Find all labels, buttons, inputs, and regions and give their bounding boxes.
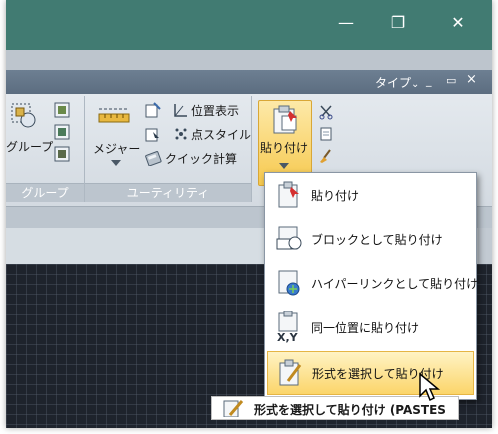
group-selection-icon[interactable] [54, 146, 70, 162]
group-edit-icon[interactable] [54, 124, 70, 140]
doc-close-button[interactable]: × [466, 72, 477, 87]
menu-item-label: 同一位置に貼り付け [311, 321, 420, 335]
quick-access-strip [6, 50, 492, 70]
point-style-icon [175, 128, 187, 140]
menu-item-label: ハイパーリンクとして貼り付け [311, 277, 479, 291]
paste-icon [273, 105, 297, 134]
utility-panel-title: ユーティリティ [85, 183, 251, 202]
group-panel: グループ グループ [6, 96, 85, 202]
menu-item-paste-as-block[interactable]: ブロックとして貼り付け [265, 217, 476, 261]
group-button-label[interactable]: グループ [6, 138, 53, 155]
doc-minimize-button[interactable]: _ [426, 74, 432, 87]
scrollbar[interactable] [478, 228, 492, 264]
list-icon[interactable] [145, 126, 161, 142]
paste-to-original-coordinates-icon: X,Y [277, 311, 299, 343]
restore-button[interactable]: ❐ [380, 8, 416, 38]
menu-item-paste-as-hyperlink[interactable]: ハイパーリンクとして貼り付け [265, 261, 479, 305]
measure-button-label[interactable]: メジャー [93, 140, 140, 157]
paste-as-block-icon [276, 226, 302, 250]
copy-icon[interactable] [318, 126, 334, 142]
paste-special-icon [279, 359, 302, 386]
doc-restore-button[interactable]: ▭ [446, 74, 456, 87]
paste-special-icon [223, 400, 244, 417]
chevron-down-icon[interactable] [111, 160, 121, 168]
paste-dropdown-menu: 貼り付け ブロックとして貼り付け ハイパーリンクとして貼り付け X,Y 同一位置… [264, 172, 479, 400]
paste-button-label: 貼り付け [260, 141, 309, 155]
group-panel-title: グループ [6, 183, 84, 202]
app-window: — ❐ ✕ タイプ⌄ _ ▭ × グループ グループ メジャー 位置表示 点スタ… [6, 0, 492, 428]
utility-panel: メジャー 位置表示 点スタイル クイック計算 ユーティリティ [85, 96, 252, 202]
cut-icon[interactable] [318, 104, 334, 120]
title-bar: — ❐ ✕ [6, 0, 492, 50]
id-point-icon[interactable] [145, 102, 161, 118]
group-icon[interactable] [10, 102, 38, 130]
id-point-label[interactable]: 位置表示 [191, 102, 239, 119]
paste-icon [278, 181, 299, 208]
type-menu-label: タイプ [375, 76, 412, 90]
menu-item-paste-to-original-coordinates[interactable]: X,Y 同一位置に貼り付け [265, 305, 476, 349]
match-properties-icon[interactable] [318, 148, 334, 164]
cursor-icon [419, 372, 441, 402]
quick-calc-label[interactable]: クイック計算 [165, 150, 237, 167]
close-button[interactable]: ✕ [440, 8, 476, 38]
paste-as-hyperlink-icon [278, 270, 300, 296]
chevron-down-icon: ⌄ [411, 79, 420, 90]
ungroup-icon[interactable] [54, 102, 70, 118]
measure-icon[interactable] [97, 104, 131, 126]
menu-item-label: 貼り付け [311, 189, 360, 203]
chevron-down-icon [279, 163, 289, 169]
menu-item-label: ブロックとして貼り付け [311, 233, 443, 247]
menu-item-paste[interactable]: 貼り付け [265, 173, 476, 217]
xy-label: X,Y [277, 331, 299, 343]
menu-item-paste-special[interactable]: 形式を選択して貼り付け [267, 351, 474, 395]
calculator-icon [145, 151, 162, 166]
point-style-label[interactable]: 点スタイル [191, 126, 251, 143]
minimize-button[interactable]: — [328, 8, 364, 38]
coordinate-icon [174, 104, 187, 117]
type-menu[interactable]: タイプ⌄ [375, 74, 419, 91]
menu-row: タイプ⌄ _ ▭ × [6, 70, 492, 94]
